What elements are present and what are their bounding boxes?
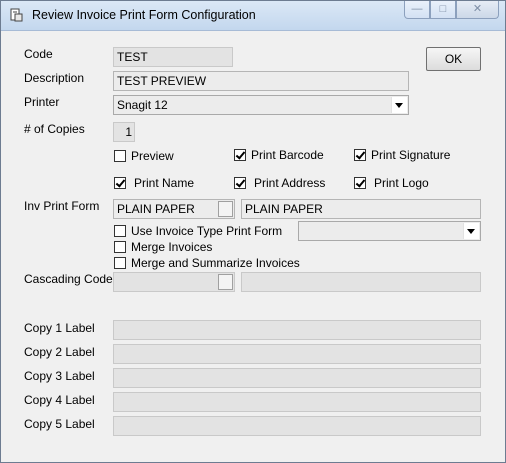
cascading-code-label: Cascading Code xyxy=(24,272,113,286)
print-logo-checkbox[interactable] xyxy=(354,177,366,189)
preview-checkbox[interactable] xyxy=(114,150,126,162)
copy-4-label: Copy 4 Label xyxy=(24,393,95,407)
copy-5-label-field[interactable] xyxy=(113,416,481,436)
copy-1-label: Copy 1 Label xyxy=(24,321,95,335)
caption-buttons: — □ ✕ xyxy=(404,1,499,20)
merge-and-summarize-checkbox[interactable] xyxy=(114,257,126,269)
copy-2-label: Copy 2 Label xyxy=(24,345,95,359)
close-button[interactable]: ✕ xyxy=(456,1,499,19)
app-icon xyxy=(10,8,23,22)
printer-value: Snagit 12 xyxy=(117,98,168,112)
inv-print-form-code-value: PLAIN PAPER xyxy=(117,202,195,216)
copy-1-label-field[interactable] xyxy=(113,320,481,340)
maximize-icon: □ xyxy=(439,3,447,15)
maximize-button[interactable]: □ xyxy=(430,1,456,19)
inv-print-form-code-field[interactable]: PLAIN PAPER xyxy=(113,199,235,219)
copy-4-label-field[interactable] xyxy=(113,392,481,412)
use-invoice-type-print-form-checkbox[interactable] xyxy=(114,225,126,237)
description-label: Description xyxy=(24,71,85,85)
dialog-window: Review Invoice Print Form Configuration … xyxy=(0,0,506,463)
lookup-button[interactable] xyxy=(218,274,233,290)
print-signature-label: Print Signature xyxy=(371,148,451,162)
invoice-type-print-form-select[interactable] xyxy=(298,221,481,241)
printer-label: Printer xyxy=(24,95,60,109)
print-name-checkbox[interactable] xyxy=(114,177,126,189)
copies-label: # of Copies xyxy=(24,122,85,136)
merge-invoices-label: Merge Invoices xyxy=(131,240,213,254)
cascading-code-field[interactable] xyxy=(113,272,235,292)
chevron-down-icon[interactable] xyxy=(463,223,479,239)
merge-and-summarize-label: Merge and Summarize Invoices xyxy=(131,256,300,270)
minimize-icon: — xyxy=(411,3,423,15)
close-icon: ✕ xyxy=(472,3,483,15)
print-name-label: Print Name xyxy=(134,176,195,190)
inv-print-form-description-field: PLAIN PAPER xyxy=(241,199,481,219)
printer-select[interactable]: Snagit 12 xyxy=(113,95,409,115)
copy-3-label-field[interactable] xyxy=(113,368,481,388)
print-logo-label: Print Logo xyxy=(374,176,429,190)
print-barcode-label: Print Barcode xyxy=(251,148,324,162)
copy-2-label-field[interactable] xyxy=(113,344,481,364)
code-field[interactable]: TEST xyxy=(113,47,233,67)
print-address-label: Print Address xyxy=(254,176,326,190)
merge-invoices-checkbox[interactable] xyxy=(114,241,126,253)
lookup-button[interactable] xyxy=(218,201,233,217)
cascading-description-field xyxy=(241,272,481,292)
print-signature-checkbox[interactable] xyxy=(354,149,366,161)
copy-5-label: Copy 5 Label xyxy=(24,417,95,431)
minimize-button[interactable]: — xyxy=(404,1,430,19)
description-field[interactable]: TEST PREVIEW xyxy=(113,71,409,91)
window-title: Review Invoice Print Form Configuration xyxy=(32,8,256,22)
copies-field[interactable]: 1 xyxy=(113,122,135,142)
use-invoice-type-print-form-label: Use Invoice Type Print Form xyxy=(131,224,283,238)
chevron-down-icon[interactable] xyxy=(391,97,407,113)
print-address-checkbox[interactable] xyxy=(234,177,246,189)
ok-button[interactable]: OK xyxy=(426,47,481,71)
print-barcode-checkbox[interactable] xyxy=(234,149,246,161)
code-label: Code xyxy=(24,47,53,61)
copy-3-label: Copy 3 Label xyxy=(24,369,95,383)
title-bar[interactable]: Review Invoice Print Form Configuration … xyxy=(1,1,505,31)
inv-print-form-label: Inv Print Form xyxy=(24,199,100,213)
preview-label: Preview xyxy=(131,149,174,163)
